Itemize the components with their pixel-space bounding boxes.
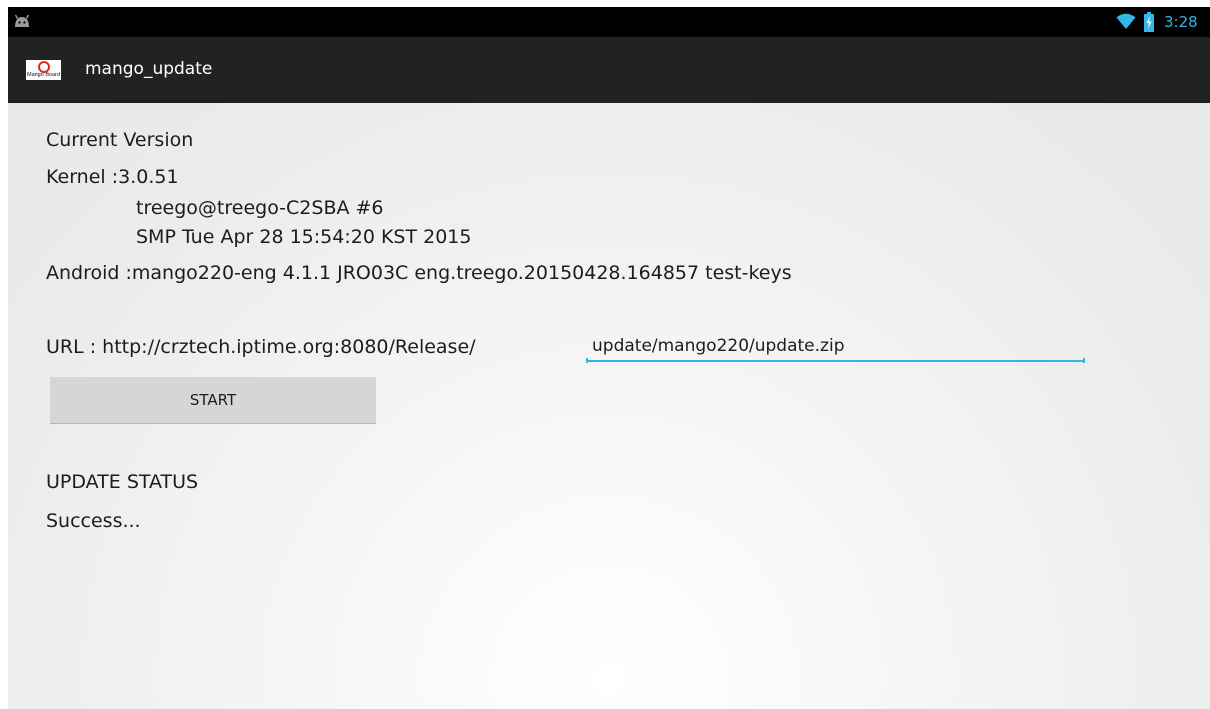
main-content: Current Version Kernel :3.0.51 treego@tr… (8, 103, 1210, 709)
logo-text: Mango Board (26, 72, 61, 78)
url-input-right-edge (1083, 358, 1085, 363)
action-bar: Mango Board mango_update (8, 37, 1210, 103)
url-input-left-edge (586, 358, 588, 363)
status-bar: 3:28 (8, 7, 1210, 37)
app-title: mango_update (85, 59, 213, 79)
app-logo[interactable]: Mango Board (26, 60, 61, 80)
device-screen: 3:28 Mango Board mango_update Current Ve… (0, 0, 1210, 709)
url-path-input[interactable] (586, 332, 1084, 362)
wifi-icon (1116, 13, 1136, 29)
kernel-build-date: SMP Tue Apr 28 15:54:20 KST 2015 (136, 226, 472, 248)
android-notification-icon (14, 14, 30, 27)
current-version-heading: Current Version (46, 129, 194, 151)
kernel-build-user: treego@treego-C2SBA #6 (136, 197, 384, 219)
url-prefix-label: URL : http://crztech.iptime.org:8080/Rel… (46, 336, 476, 358)
status-clock: 3:28 (1164, 13, 1198, 31)
battery-charging-icon (1144, 12, 1154, 32)
kernel-version: Kernel :3.0.51 (46, 166, 179, 188)
android-version: Android :mango220-eng 4.1.1 JRO03C eng.t… (46, 262, 792, 284)
update-status-heading: UPDATE STATUS (46, 471, 199, 493)
update-status-message: Success... (46, 510, 141, 532)
start-button[interactable]: START (50, 377, 376, 424)
